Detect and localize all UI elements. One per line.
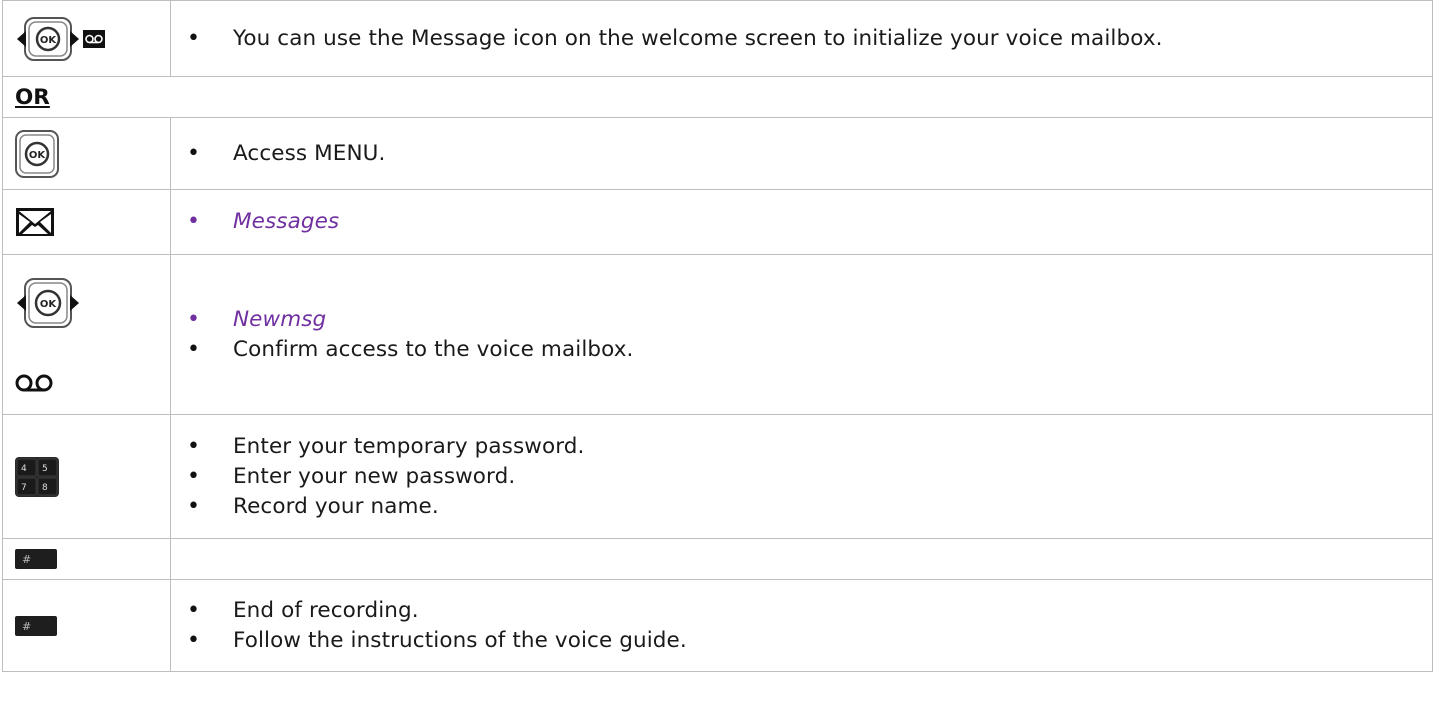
svg-text:4: 4 [21,464,27,474]
text-cell: Enter your temporary password. Enter you… [170,414,1433,539]
bullet-list: Messages [185,207,1432,237]
list-item: Access MENU. [187,139,1432,169]
list-item: You can use the Message icon on the welc… [187,24,1432,54]
or-label: OR [15,84,50,110]
table-row: # [2,538,1433,580]
svg-text:8: 8 [42,483,48,493]
ok-key-icon: OK [15,129,170,178]
separator-row: OR [2,76,1433,118]
icon-cell: OK [2,0,171,77]
envelope-icon [15,207,170,237]
separator-cell: OR [2,76,1433,118]
voicemail-icon [15,373,53,393]
icon-cell: 4 5 7 8 [2,414,171,539]
table-row: Messages [2,189,1433,255]
keypad-icon: 4 5 7 8 [15,456,170,497]
bullet-list: You can use the Message icon on the welc… [185,24,1432,54]
list-item: Enter your new password. [187,462,1432,492]
procedure-table: OK You can use the Message icon on the w… [2,0,1433,672]
table-row: # End of recording. Follow the instructi… [2,579,1433,672]
table-row: OK You can use the Message icon on the w… [2,0,1433,77]
hash-key-icon: # [15,549,170,569]
bullet-list: Newmsg Confirm access to the voice mailb… [185,305,1432,365]
icon-cell: OK [2,254,171,415]
icon-cell [2,189,171,255]
text-cell: Access MENU. [170,117,1433,190]
svg-text:#: # [22,553,31,566]
svg-text:OK: OK [29,150,47,161]
icon-cell: OK [2,117,171,190]
bullet-list: Enter your temporary password. Enter you… [185,432,1432,522]
hash-key-icon: # [15,615,170,636]
svg-text:OK: OK [40,35,58,46]
icon-cell: # [2,579,171,672]
table-row: OK Newmsg Confirm access to the voice ma… [2,254,1433,415]
list-item: Messages [187,207,1432,237]
ok-navigation-key-icon: OK [15,16,81,62]
list-item: End of recording. [187,596,1432,626]
list-item: Enter your temporary password. [187,432,1432,462]
svg-text:5: 5 [42,464,48,474]
icon-cell: # [2,538,171,580]
table-row: 4 5 7 8 Enter your temporary password. E… [2,414,1433,539]
svg-text:OK: OK [40,299,58,310]
bullet-list: Access MENU. [185,139,1432,169]
text-cell: You can use the Message icon on the welc… [170,0,1433,77]
list-item: Newmsg [187,305,1432,335]
text-cell: Messages [170,189,1433,255]
voicemail-key-icon [83,29,105,48]
text-cell [170,538,1433,580]
bullet-list: End of recording. Follow the instruction… [185,596,1432,656]
text-cell: Newmsg Confirm access to the voice mailb… [170,254,1433,415]
list-item: Record your name. [187,492,1432,522]
list-item: Confirm access to the voice mailbox. [187,335,1432,365]
list-item: Follow the instructions of the voice gui… [187,626,1432,656]
svg-text:#: # [22,620,31,633]
table-row: OK Access MENU. [2,117,1433,190]
svg-text:7: 7 [21,483,27,493]
ok-navigation-key-icon: OK [15,277,81,329]
text-cell: End of recording. Follow the instruction… [170,579,1433,672]
